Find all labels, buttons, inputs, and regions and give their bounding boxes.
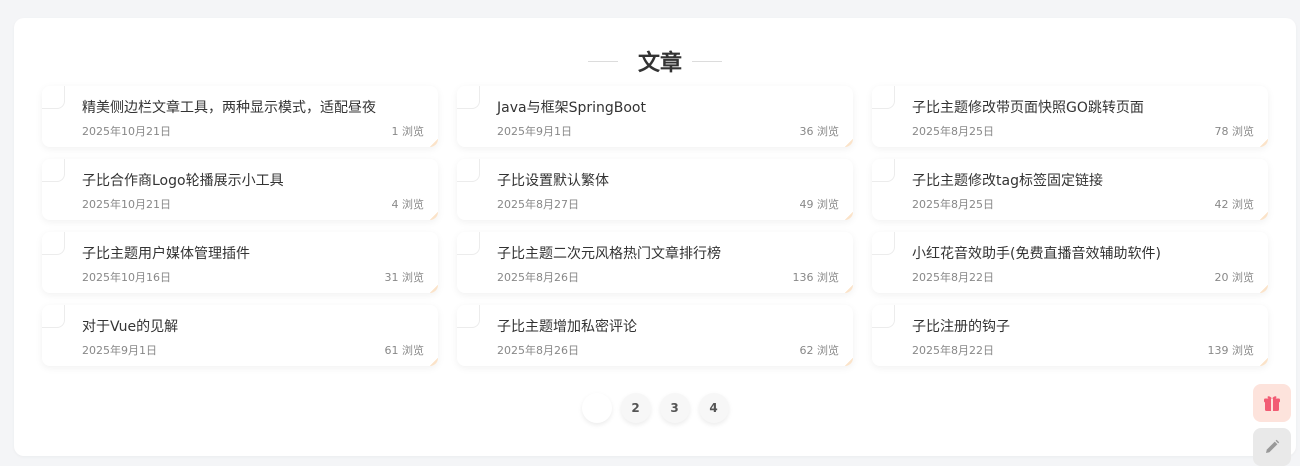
card-corner: [872, 86, 895, 109]
title-left-line: [587, 60, 618, 62]
card-accent: [1260, 139, 1268, 147]
page-button[interactable]: 2: [620, 393, 651, 423]
card-corner: [872, 305, 895, 328]
article-title[interactable]: Java与框架SpringBoot: [497, 97, 646, 117]
article-title[interactable]: 子比设置默认繁体: [497, 170, 609, 190]
card-accent: [845, 139, 853, 147]
card-corner: [457, 159, 480, 182]
gift-button[interactable]: [1253, 384, 1291, 422]
card-corner: [872, 159, 895, 182]
article-date: 2025年8月26日: [497, 271, 579, 284]
article-views: 4 浏览: [391, 198, 425, 211]
article-views: 139 浏览: [1207, 344, 1255, 357]
card-accent: [1260, 358, 1268, 366]
article-views: 49 浏览: [799, 198, 840, 211]
title-right-line: [692, 60, 722, 62]
card-corner: [42, 86, 65, 109]
article-title[interactable]: 子比主题修改带页面快照GO跳转页面: [912, 97, 1144, 117]
article-title[interactable]: 精美侧边栏文章工具，两种显示模式，适配昼夜: [82, 97, 376, 117]
article-date: 2025年10月21日: [82, 198, 171, 211]
card-corner: [457, 86, 480, 109]
pagination: 234: [14, 393, 1296, 423]
article-views: 78 浏览: [1214, 125, 1255, 138]
card-accent: [1260, 285, 1268, 293]
card-accent: [845, 212, 853, 220]
article-date: 2025年8月25日: [912, 198, 994, 211]
article-card[interactable]: Java与框架SpringBoot 2025年9月1日 36 浏览: [457, 86, 853, 147]
article-date: 2025年8月22日: [912, 344, 994, 357]
article-card[interactable]: 对于Vue的见解 2025年9月1日 61 浏览: [42, 305, 438, 366]
card-corner: [457, 232, 480, 255]
edit-button[interactable]: [1253, 428, 1291, 466]
article-views: 31 浏览: [384, 271, 425, 284]
article-views: 36 浏览: [799, 125, 840, 138]
article-card[interactable]: 小红花音效助手(免费直播音效辅助软件) 2025年8月22日 20 浏览: [872, 232, 1268, 293]
article-views: 61 浏览: [384, 344, 425, 357]
card-accent: [430, 285, 438, 293]
section-header: 文章: [14, 46, 1296, 76]
article-date: 2025年8月27日: [497, 198, 579, 211]
card-corner: [42, 159, 65, 182]
article-views: 136 浏览: [792, 271, 840, 284]
article-title[interactable]: 子比注册的钩子: [912, 316, 1010, 336]
card-accent: [430, 358, 438, 366]
article-card[interactable]: 子比主题增加私密评论 2025年8月26日 62 浏览: [457, 305, 853, 366]
card-accent: [430, 212, 438, 220]
card-corner: [457, 305, 480, 328]
pencil-icon: [1266, 439, 1280, 453]
article-card[interactable]: 子比主题修改带页面快照GO跳转页面 2025年8月25日 78 浏览: [872, 86, 1268, 147]
article-card[interactable]: 精美侧边栏文章工具，两种显示模式，适配昼夜 2025年10月21日 1 浏览: [42, 86, 438, 147]
articles-panel: 文章 精美侧边栏文章工具，两种显示模式，适配昼夜 2025年10月21日 1 浏览 J…: [14, 18, 1296, 456]
article-title[interactable]: 子比主题二次元风格热门文章排行榜: [497, 243, 721, 263]
article-card[interactable]: 子比主题用户媒体管理插件 2025年10月16日 31 浏览: [42, 232, 438, 293]
article-date: 2025年10月16日: [82, 271, 171, 284]
article-grid: 精美侧边栏文章工具，两种显示模式，适配昼夜 2025年10月21日 1 浏览 Java…: [42, 86, 1268, 366]
card-corner: [872, 232, 895, 255]
article-card[interactable]: 子比注册的钩子 2025年8月22日 139 浏览: [872, 305, 1268, 366]
article-card[interactable]: 子比主题修改tag标签固定链接 2025年8月25日 42 浏览: [872, 159, 1268, 220]
section-title: 文章: [637, 51, 682, 76]
article-date: 2025年8月26日: [497, 344, 579, 357]
page-button[interactable]: 4: [698, 393, 729, 423]
card-corner: [42, 305, 65, 328]
page-button[interactable]: [581, 393, 612, 423]
article-date: 2025年9月1日: [82, 344, 157, 357]
article-title[interactable]: 对于Vue的见解: [82, 316, 178, 336]
page-button[interactable]: 3: [659, 393, 690, 423]
article-views: 62 浏览: [799, 344, 840, 357]
article-card[interactable]: 子比设置默认繁体 2025年8月27日 49 浏览: [457, 159, 853, 220]
article-title[interactable]: 子比主题用户媒体管理插件: [82, 243, 250, 263]
article-title[interactable]: 子比合作商Logo轮播展示小工具: [82, 170, 284, 190]
article-date: 2025年8月22日: [912, 271, 994, 284]
article-date: 2025年8月25日: [912, 125, 994, 138]
article-views: 42 浏览: [1214, 198, 1255, 211]
gift-icon: [1264, 396, 1280, 411]
card-accent: [845, 285, 853, 293]
card-accent: [845, 358, 853, 366]
article-date: 2025年9月1日: [497, 125, 572, 138]
article-views: 20 浏览: [1214, 271, 1255, 284]
card-accent: [1260, 212, 1268, 220]
card-accent: [430, 139, 438, 147]
article-date: 2025年10月21日: [82, 125, 171, 138]
article-views: 1 浏览: [391, 125, 425, 138]
article-title[interactable]: 子比主题修改tag标签固定链接: [912, 170, 1103, 190]
article-card[interactable]: 子比合作商Logo轮播展示小工具 2025年10月21日 4 浏览: [42, 159, 438, 220]
article-title[interactable]: 子比主题增加私密评论: [497, 316, 637, 336]
article-title[interactable]: 小红花音效助手(免费直播音效辅助软件): [912, 243, 1161, 263]
card-corner: [42, 232, 65, 255]
article-card[interactable]: 子比主题二次元风格热门文章排行榜 2025年8月26日 136 浏览: [457, 232, 853, 293]
